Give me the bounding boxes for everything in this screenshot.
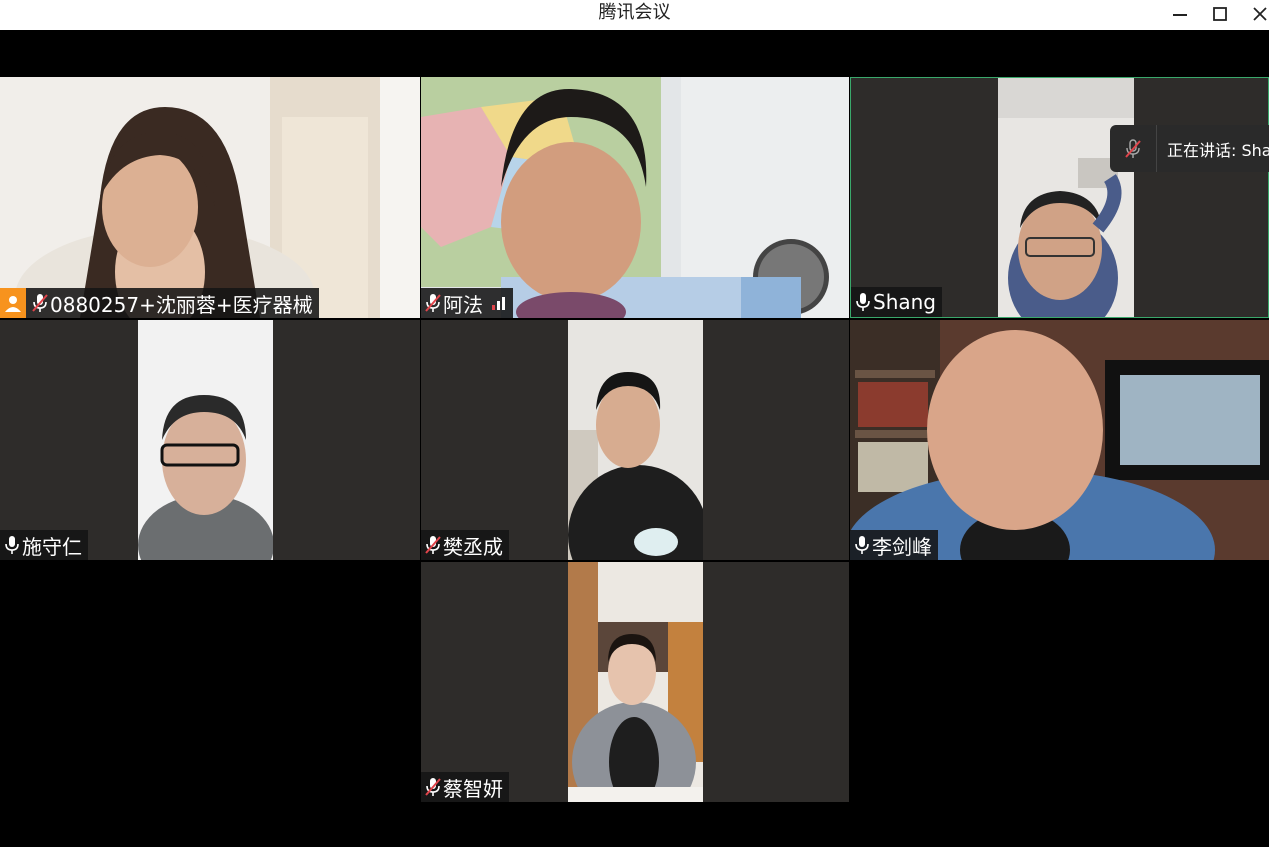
- participant-name: 施守仁: [22, 534, 82, 559]
- video-frame: [850, 320, 1269, 560]
- maximize-icon: [1213, 7, 1227, 21]
- participant-name: Shang: [873, 290, 936, 314]
- maximize-button[interactable]: [1200, 0, 1240, 28]
- mic-icon: [856, 293, 870, 311]
- participant-name-tag: Shang: [851, 287, 942, 317]
- speaking-mic-box: [1110, 125, 1157, 172]
- video-feed: [138, 320, 273, 560]
- network-signal-icon: [492, 297, 505, 310]
- mic-muted-icon: [32, 294, 48, 312]
- close-button[interactable]: [1240, 0, 1269, 28]
- participant-name-tag: 樊丞成: [421, 530, 509, 560]
- person-icon: [5, 296, 21, 312]
- video-feed: [0, 77, 420, 318]
- video-frame: [568, 320, 703, 560]
- host-badge: [0, 288, 26, 318]
- mic-muted-icon: [425, 536, 441, 554]
- window-title: 腾讯会议: [598, 2, 671, 23]
- mic-muted-icon: [1125, 138, 1141, 158]
- mic-icon: [855, 536, 869, 554]
- minimize-button[interactable]: [1160, 0, 1200, 28]
- video-feed: [998, 78, 1134, 317]
- participant-name-tag: 蔡智妍: [421, 772, 509, 802]
- participant-name: 樊丞成: [443, 534, 503, 559]
- video-tile-shang[interactable]: Shang: [850, 77, 1269, 318]
- speaking-indicator: 正在讲话: Sha: [1110, 125, 1269, 172]
- video-feed: [850, 320, 1269, 560]
- close-icon: [1253, 7, 1267, 21]
- video-tile-lijianfeng[interactable]: 李剑峰: [850, 320, 1269, 560]
- video-frame: [568, 562, 703, 802]
- video-tile-fanchengcheng[interactable]: 樊丞成: [421, 320, 849, 560]
- mic-muted-icon: [425, 294, 441, 312]
- video-tile-caizhiyan[interactable]: 蔡智妍: [421, 562, 849, 802]
- mic-icon: [5, 536, 19, 554]
- participant-name-tag: 施守仁: [0, 530, 88, 560]
- participant-name: 李剑峰: [872, 534, 932, 559]
- participant-name-tag: 李剑峰: [850, 530, 938, 560]
- participant-name: 0880257+沈丽蓉+医疗器械: [50, 292, 313, 317]
- video-tile-0880257[interactable]: 0880257+沈丽蓉+医疗器械: [0, 77, 420, 318]
- video-frame: [0, 77, 420, 318]
- video-frame: [421, 77, 849, 318]
- video-tile-shishouren[interactable]: 施守仁: [0, 320, 420, 560]
- participant-name-tag: 0880257+沈丽蓉+医疗器械: [0, 288, 319, 318]
- participant-name: 阿法: [443, 292, 483, 317]
- participant-name-tag: 阿法: [421, 288, 513, 318]
- video-feed: [421, 77, 849, 318]
- title-bar: 腾讯会议: [0, 0, 1269, 30]
- mic-muted-icon: [425, 778, 441, 796]
- video-feed: [568, 562, 703, 802]
- video-frame: [998, 78, 1134, 317]
- participant-name: 蔡智妍: [443, 776, 503, 801]
- video-feed: [568, 320, 703, 560]
- speaking-label: 正在讲话: Sha: [1167, 140, 1269, 160]
- video-tile-afa[interactable]: 阿法: [421, 77, 849, 318]
- video-frame: [138, 320, 273, 560]
- minimize-icon: [1173, 14, 1187, 16]
